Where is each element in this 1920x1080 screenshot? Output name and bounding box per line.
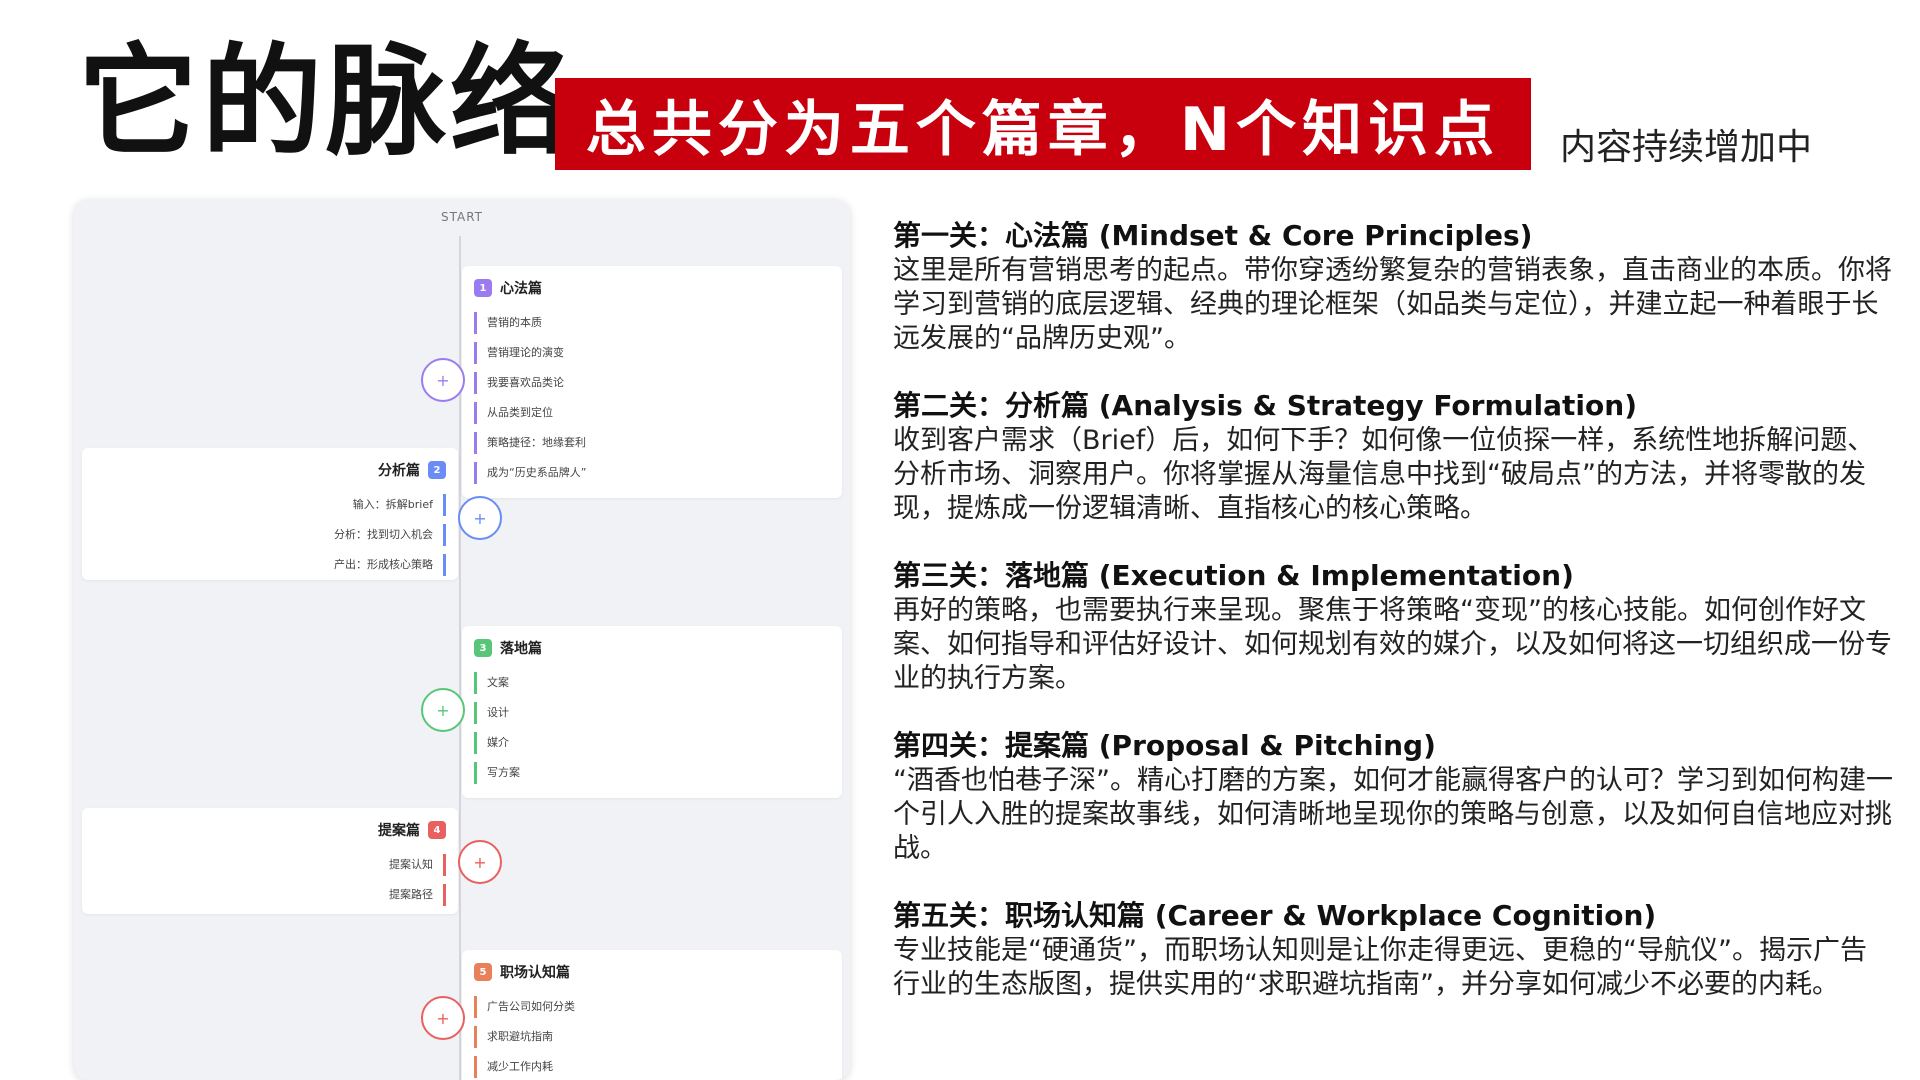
node-card-analysis[interactable]: 分析篇 2 输入：拆解brief 分析：找到切入机会 产出：形成核心策略 bbox=[82, 448, 458, 580]
node-number-badge: 1 bbox=[474, 279, 492, 297]
mindmap-panel: START 1 心法篇 营销的本质 营销理论的演变 我要喜欢品类论 从品类到定位… bbox=[74, 200, 850, 1080]
chapter-descriptions: 第一关：心法篇 (Mindset & Core Principles) 这里是所… bbox=[893, 218, 1893, 1034]
node-item: 设计 bbox=[474, 702, 842, 724]
chapter-title: 第三关：落地篇 (Execution & Implementation) bbox=[893, 559, 1574, 592]
node-title: 心法篇 bbox=[500, 281, 542, 297]
chapter-body: “酒香也怕巷子深”。精心打磨的方案，如何才能赢得客户的认可？学习到如何构建一个引… bbox=[893, 765, 1893, 864]
chapter-body: 再好的策略，也需要执行来呈现。聚焦于将策略“变现”的核心技能。如何创作好文案、如… bbox=[893, 595, 1892, 694]
node-card-mindset[interactable]: 1 心法篇 营销的本质 营销理论的演变 我要喜欢品类论 从品类到定位 策略捷径：… bbox=[462, 266, 842, 498]
node-item: 营销的本质 bbox=[474, 312, 842, 334]
node-item: 媒介 bbox=[474, 732, 842, 754]
node-item: 成为“历史系品牌人” bbox=[474, 462, 842, 484]
node-item: 提案路径 bbox=[82, 884, 446, 906]
node-item: 策略捷径：地缘套利 bbox=[474, 432, 842, 454]
chapter-section: 第四关：提案篇 (Proposal & Pitching) “酒香也怕巷子深”。… bbox=[893, 728, 1893, 866]
node-card-proposal[interactable]: 提案篇 4 提案认知 提案路径 bbox=[82, 808, 458, 914]
node-number-badge: 4 bbox=[428, 821, 446, 839]
node-title: 提案篇 bbox=[378, 823, 420, 839]
chapter-section: 第三关：落地篇 (Execution & Implementation) 再好的… bbox=[893, 558, 1893, 696]
node-item: 提案认知 bbox=[82, 854, 446, 876]
node-item: 广告公司如何分类 bbox=[474, 996, 842, 1018]
node-item: 文案 bbox=[474, 672, 842, 694]
page-title: 它的脉络 bbox=[78, 31, 574, 172]
expand-plus-icon[interactable]: + bbox=[421, 688, 465, 732]
mindmap-spine bbox=[459, 236, 461, 1080]
chapter-title: 第五关：职场认知篇 (Career & Workplace Cognition) bbox=[893, 899, 1657, 932]
node-item: 从品类到定位 bbox=[474, 402, 842, 424]
node-item: 产出：形成核心策略 bbox=[82, 554, 446, 576]
chapter-body: 这里是所有营销思考的起点。带你穿透纷繁复杂的营销表象，直击商业的本质。你将学习到… bbox=[893, 255, 1892, 354]
chapter-title: 第一关：心法篇 (Mindset & Core Principles) bbox=[893, 219, 1533, 252]
expand-plus-icon[interactable]: + bbox=[421, 996, 465, 1040]
node-item: 营销理论的演变 bbox=[474, 342, 842, 364]
chapter-body: 专业技能是“硬通货”，而职场认知则是让你走得更远、更稳的“导航仪”。揭示广告行业… bbox=[893, 935, 1867, 1000]
node-item: 输入：拆解brief bbox=[82, 494, 446, 516]
node-number-badge: 3 bbox=[474, 639, 492, 657]
chapter-section: 第二关：分析篇 (Analysis & Strategy Formulation… bbox=[893, 388, 1893, 526]
node-number-badge: 5 bbox=[474, 963, 492, 981]
chapter-body: 收到客户需求（Brief）后，如何下手？如何像一位侦探一样，系统性地拆解问题、分… bbox=[893, 425, 1875, 524]
node-number-badge: 2 bbox=[428, 461, 446, 479]
expand-plus-icon[interactable]: + bbox=[458, 496, 502, 540]
node-card-execution[interactable]: 3 落地篇 文案 设计 媒介 写方案 bbox=[462, 626, 842, 798]
chapter-section: 第五关：职场认知篇 (Career & Workplace Cognition)… bbox=[893, 898, 1893, 1002]
node-title: 分析篇 bbox=[378, 463, 420, 479]
node-item: 求职避坑指南 bbox=[474, 1026, 842, 1048]
node-title: 职场认知篇 bbox=[500, 965, 570, 981]
node-item: 减少工作内耗 bbox=[474, 1056, 842, 1078]
node-item: 分析：找到切入机会 bbox=[82, 524, 446, 546]
node-item: 写方案 bbox=[474, 762, 842, 784]
slide: 它的脉络 总共分为五个篇章，N个知识点 内容持续增加中 START 1 心法篇 … bbox=[0, 0, 1920, 1080]
expand-plus-icon[interactable]: + bbox=[458, 840, 502, 884]
start-label: START bbox=[440, 210, 484, 224]
node-card-career[interactable]: 5 职场认知篇 广告公司如何分类 求职避坑指南 减少工作内耗 bbox=[462, 950, 842, 1080]
chapter-title: 第四关：提案篇 (Proposal & Pitching) bbox=[893, 729, 1436, 762]
node-item: 我要喜欢品类论 bbox=[474, 372, 842, 394]
expand-plus-icon[interactable]: + bbox=[421, 358, 465, 402]
headline-banner: 总共分为五个篇章，N个知识点 bbox=[555, 78, 1531, 170]
aside-note: 内容持续增加中 bbox=[1560, 127, 1813, 168]
chapter-title: 第二关：分析篇 (Analysis & Strategy Formulation… bbox=[893, 389, 1637, 422]
chapter-section: 第一关：心法篇 (Mindset & Core Principles) 这里是所… bbox=[893, 218, 1893, 356]
node-title: 落地篇 bbox=[500, 641, 542, 657]
